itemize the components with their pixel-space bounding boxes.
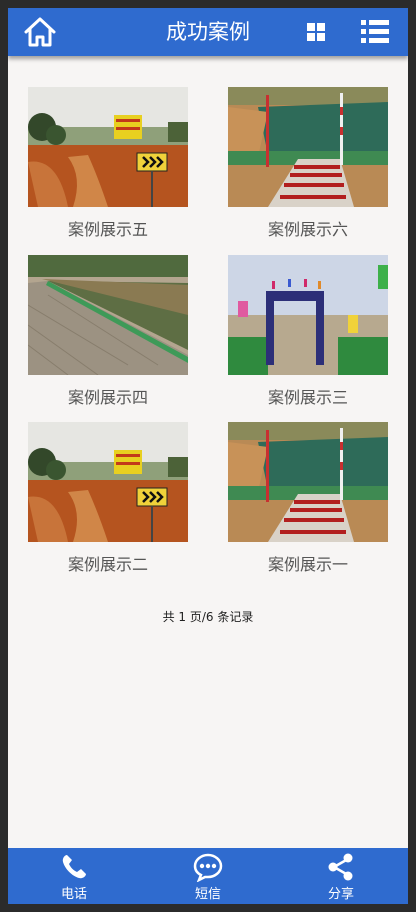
case-thumbnail[interactable] [228, 87, 388, 207]
share-button[interactable]: 分享 [301, 848, 381, 904]
case-caption[interactable]: 案例展示五 [28, 216, 188, 240]
case-item[interactable]: 案例展示一 [228, 422, 388, 575]
phone-icon [62, 855, 86, 879]
gate-flags-photo [228, 255, 388, 375]
app-frame: 成功案例 案例展示五 案例展示六 案例展示四 案例展示三 案例展示二 案例展示一… [8, 8, 408, 904]
case-item[interactable]: 案例展示五 [28, 87, 188, 240]
sms-label: 短信 [194, 887, 221, 902]
road-sign-photo [28, 422, 188, 542]
pond-bridge-photo [228, 422, 388, 542]
riverbank-photo [28, 255, 188, 375]
pond-bridge-photo [228, 87, 388, 207]
case-item[interactable]: 案例展示二 [28, 422, 188, 575]
case-item[interactable]: 案例展示三 [228, 255, 388, 408]
sms-icon [193, 853, 223, 882]
sms-button[interactable]: 短信 [168, 848, 248, 904]
case-thumbnail[interactable] [228, 255, 388, 375]
top-bar: 成功案例 [8, 8, 408, 56]
case-thumbnail[interactable] [28, 422, 188, 542]
case-thumbnail[interactable] [28, 87, 188, 207]
case-caption[interactable]: 案例展示二 [28, 551, 188, 575]
case-caption[interactable]: 案例展示四 [28, 384, 188, 408]
case-caption[interactable]: 案例展示三 [228, 384, 388, 408]
case-caption[interactable]: 案例展示一 [228, 551, 388, 575]
case-thumbnail[interactable] [228, 422, 388, 542]
phone-button[interactable]: 电话 [34, 848, 114, 904]
phone-label: 电话 [60, 887, 87, 902]
case-thumbnail[interactable] [28, 255, 188, 375]
case-item[interactable]: 案例展示四 [28, 255, 188, 408]
share-label: 分享 [327, 887, 354, 902]
grid-view-icon[interactable] [306, 22, 326, 42]
share-icon [328, 853, 353, 881]
bottom-bar: 电话 短信 分享 [8, 848, 408, 904]
case-caption[interactable]: 案例展示六 [228, 216, 388, 240]
pagination-info: 共 1 页/6 条记录 [162, 610, 254, 624]
road-sign-photo [28, 87, 188, 207]
case-item[interactable]: 案例展示六 [228, 87, 388, 240]
list-menu-icon[interactable] [360, 18, 390, 46]
page-title: 成功案例 [166, 20, 250, 44]
